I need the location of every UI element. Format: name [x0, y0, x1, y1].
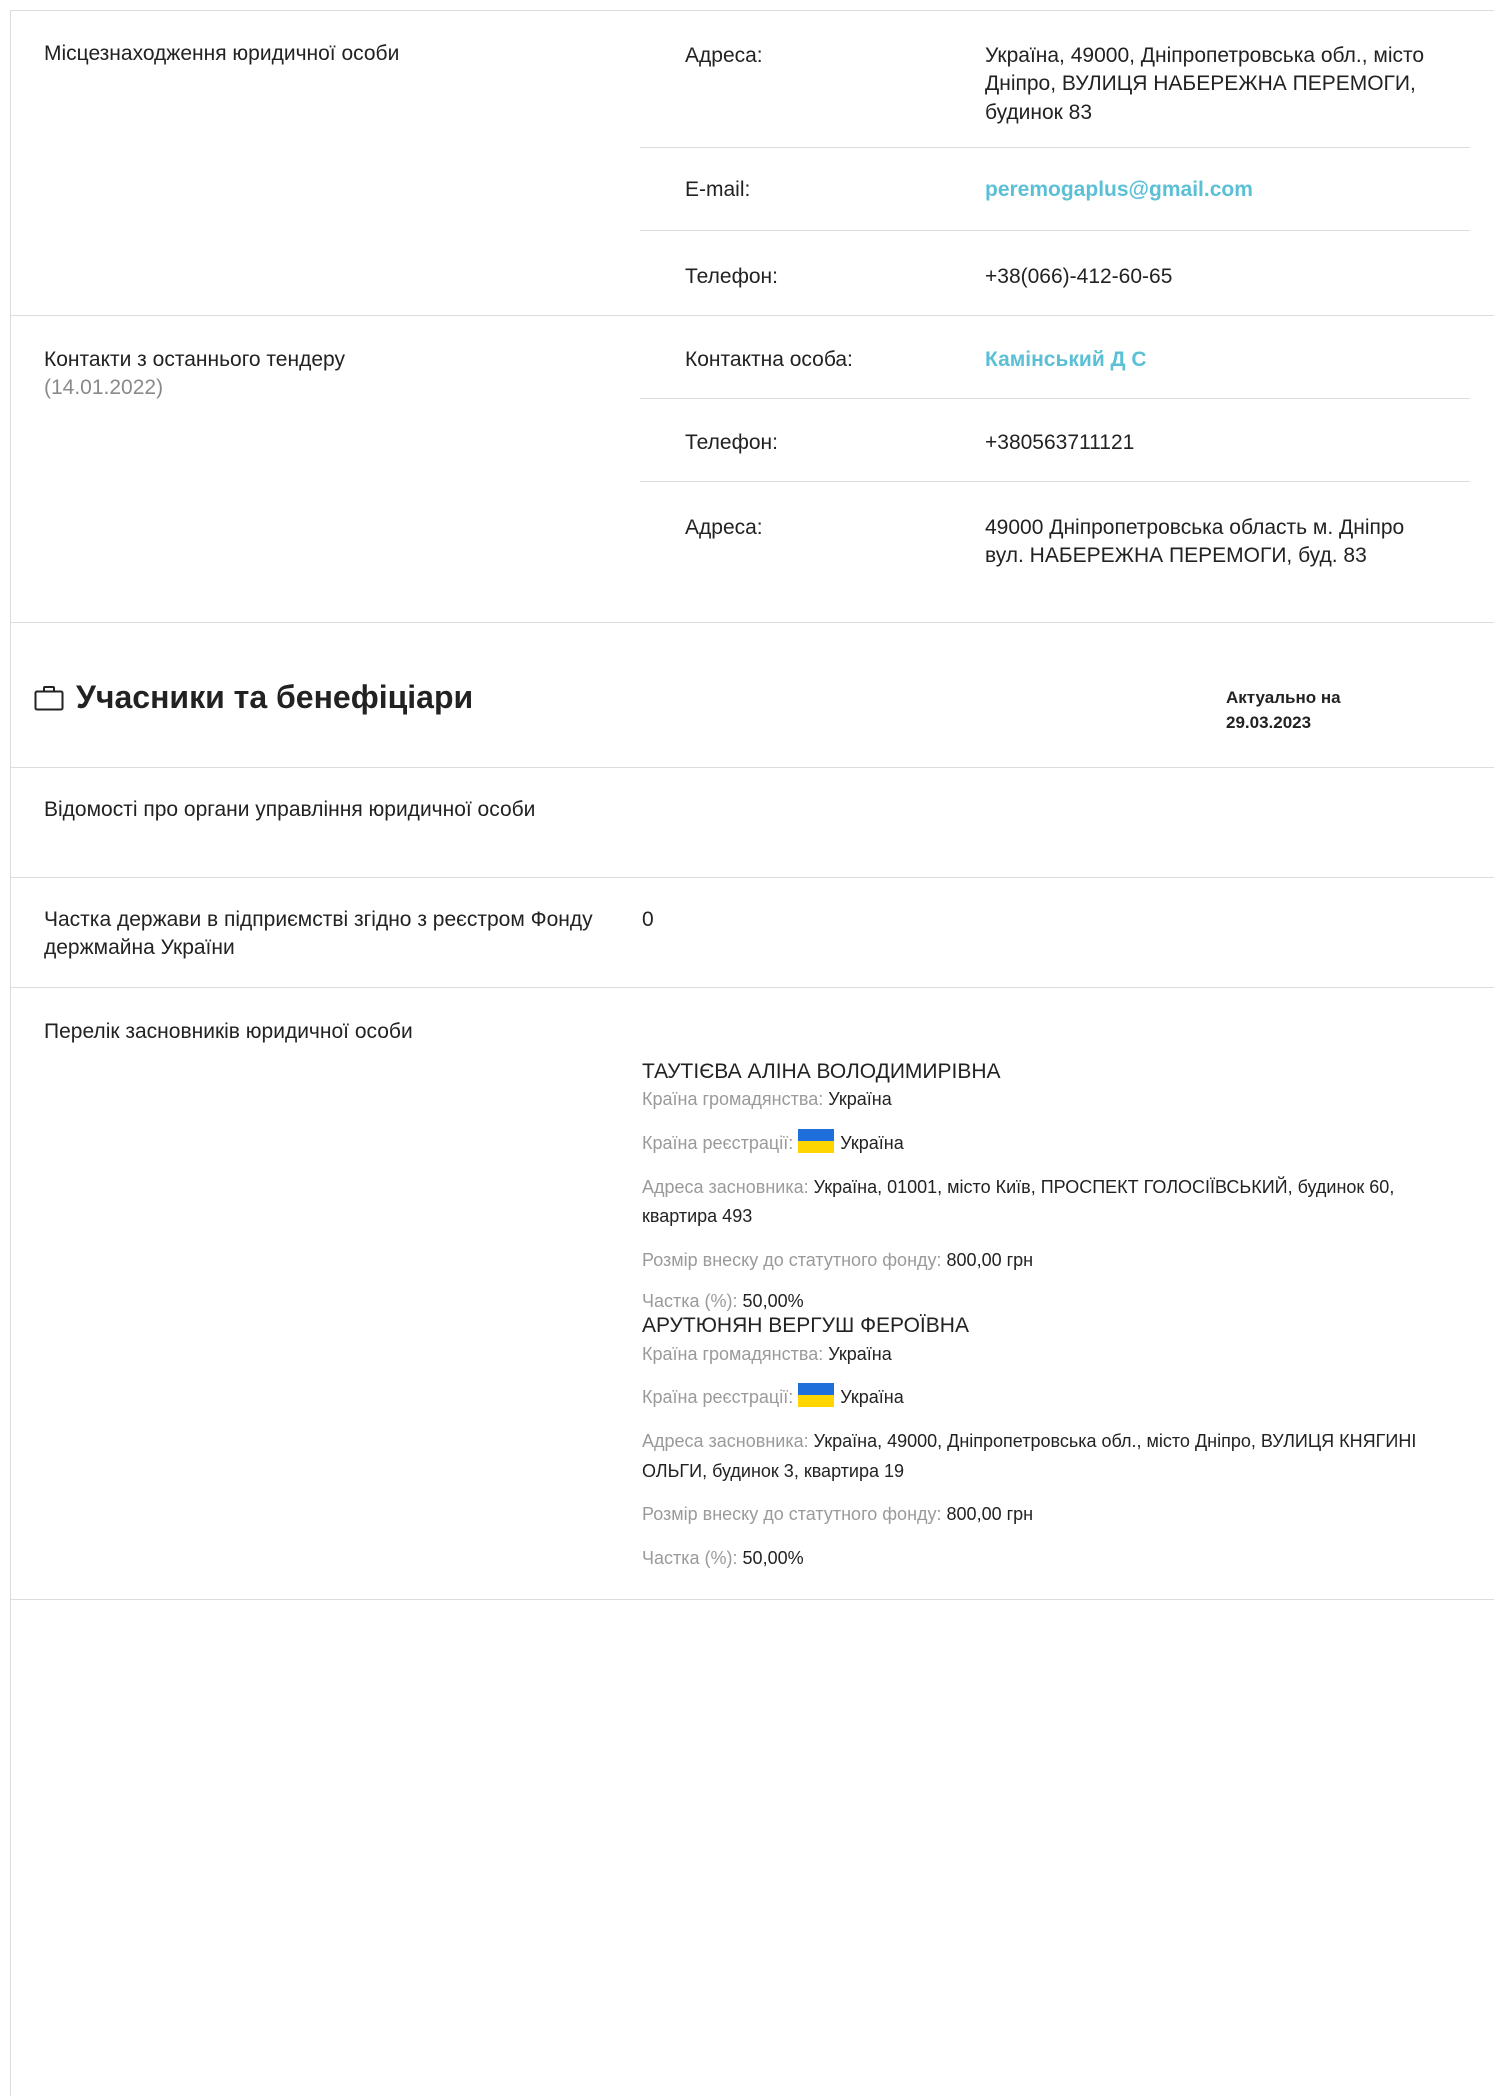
- contact-person-row: Контактна особа: Камінський Д С: [640, 316, 1470, 399]
- founder-address: Адреса засновника: Україна, 01001, місто…: [642, 1173, 1472, 1232]
- address-label: Адреса засновника:: [642, 1430, 809, 1451]
- citizenship-label: Країна громадянства:: [642, 1089, 824, 1110]
- share-label: Частка (%):: [642, 1547, 738, 1568]
- founders-label: Перелік засновників юридичної особи: [44, 1020, 413, 1043]
- citizenship-value: Україна: [828, 1343, 892, 1364]
- founder-contribution: Розмір внеску до статутного фонду: 800,0…: [642, 1246, 1472, 1276]
- founder-citizenship: Країна громадянства: Україна: [642, 1340, 1472, 1370]
- tender-phone-value: +380563711121: [985, 431, 1135, 454]
- registration-label: Країна реєстрації:: [642, 1387, 794, 1408]
- founder-item: ТАУТІЄВА АЛІНА ВОЛОДИМИРІВНА Країна гром…: [642, 1058, 1472, 1312]
- tender-phone-key: Телефон:: [685, 431, 778, 454]
- share-label: Частка (%):: [642, 1290, 738, 1311]
- founder-citizenship: Країна громадянства: Україна: [642, 1085, 1472, 1115]
- contact-person-link[interactable]: Камінський Д С: [985, 346, 1425, 374]
- contribution-value: 800,00 грн: [946, 1504, 1034, 1525]
- registration-label: Країна реєстрації:: [642, 1132, 794, 1153]
- tender-contacts-section: Контакти з останнього тендеру (14.01.202…: [10, 316, 1494, 623]
- phone-row: Телефон: +38(066)-412-60-65: [640, 231, 1470, 316]
- actual-date-block: Актуально на 29.03.2023: [1226, 686, 1341, 735]
- citizenship-label: Країна громадянства:: [642, 1343, 824, 1364]
- share-value: 50,00%: [742, 1290, 804, 1311]
- founder-item: АРУТЮНЯН ВЕРГУШ ФЕРОЇВНА Країна громадян…: [642, 1312, 1472, 1573]
- founder-registration: Країна реєстрації: Україна: [642, 1383, 1472, 1413]
- governance-label: Відомості про органи управління юридично…: [44, 798, 536, 821]
- share-value: 50,00%: [742, 1547, 804, 1568]
- address-row: Адреса: Україна, 49000, Дніпропетровська…: [640, 10, 1470, 148]
- tender-address-value: 49000 Дніпропетровська область м. Дніпро…: [985, 516, 1405, 568]
- contribution-label: Розмір внеску до статутного фонду:: [642, 1250, 942, 1271]
- participants-title: Учасники та бенефіціари: [76, 679, 474, 715]
- founder-registration: Країна реєстрації: Україна: [642, 1128, 1472, 1159]
- founder-name: АРУТЮНЯН ВЕРГУШ ФЕРОЇВНА: [642, 1314, 969, 1338]
- page: Місцезнаходження юридичної особи Адреса:…: [0, 0, 1494, 2096]
- registration-value: Україна: [840, 1132, 904, 1153]
- tender-phone-row: Телефон: +380563711121: [640, 399, 1470, 482]
- tender-date: (14.01.2022): [44, 376, 164, 400]
- registration-value: Україна: [840, 1387, 904, 1408]
- email-key: E-mail:: [685, 178, 751, 201]
- founders-list: ТАУТІЄВА АЛІНА ВОЛОДИМИРІВНА Країна гром…: [642, 1058, 1472, 1574]
- tender-contacts-label: Контакти з останнього тендеру (14.01.202…: [44, 346, 345, 403]
- actual-date: 29.03.2023: [1226, 712, 1312, 732]
- location-label: Місцезнаходження юридичної особи: [44, 42, 400, 65]
- address-value: Україна, 49000, Дніпропетровська обл., м…: [985, 44, 1425, 124]
- founder-name: ТАУТІЄВА АЛІНА ВОЛОДИМИРІВНА: [642, 1060, 1001, 1083]
- phone-key: Телефон:: [685, 265, 778, 288]
- location-section: Місцезнаходження юридичної особи Адреса:…: [10, 10, 1494, 316]
- ukraine-flag-icon: [798, 1383, 835, 1408]
- founder-share: Частка (%): 50,00%: [642, 1290, 1472, 1313]
- phone-value: +38(066)-412-60-65: [985, 265, 1173, 288]
- state-share-value: 0: [642, 908, 654, 931]
- participants-heading: Учасники та бенефіціари: [34, 676, 473, 719]
- contribution-label: Розмір внеску до статутного фонду:: [642, 1504, 942, 1525]
- address-label: Адреса засновника:: [642, 1176, 809, 1197]
- state-share-label: Частка держави в підприємстві згідно з р…: [44, 908, 593, 960]
- ukraine-flag-icon: [798, 1128, 835, 1153]
- founder-share: Частка (%): 50,00%: [642, 1544, 1472, 1574]
- email-link[interactable]: peremogaplus@gmail.com: [985, 176, 1425, 204]
- state-share-section: Частка держави в підприємстві згідно з р…: [10, 878, 1494, 988]
- citizenship-value: Україна: [828, 1089, 892, 1110]
- tender-contacts-title: Контакти з останнього тендеру: [44, 348, 345, 371]
- actual-label: Актуально на: [1226, 688, 1341, 707]
- tender-address-key: Адреса:: [685, 516, 763, 539]
- tender-address-row: Адреса: 49000 Дніпропетровська область м…: [640, 482, 1470, 623]
- governance-section: Відомості про органи управління юридично…: [10, 768, 1494, 878]
- founder-address: Адреса засновника: Україна, 49000, Дніпр…: [642, 1427, 1472, 1486]
- contact-person-key: Контактна особа:: [685, 348, 853, 371]
- email-row: E-mail: peremogaplus@gmail.com: [640, 148, 1470, 231]
- founder-contribution: Розмір внеску до статутного фонду: 800,0…: [642, 1500, 1472, 1530]
- contribution-value: 800,00 грн: [946, 1250, 1034, 1271]
- briefcase-icon: [34, 685, 64, 711]
- address-key: Адреса:: [685, 44, 763, 67]
